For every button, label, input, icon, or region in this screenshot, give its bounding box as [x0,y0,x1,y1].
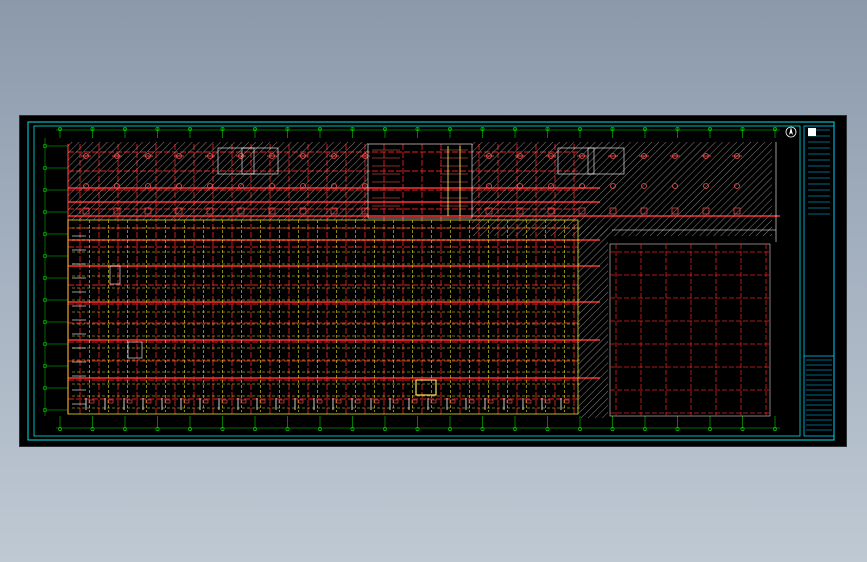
axis-labels-bottom [56,416,780,431]
hatched-building-zone [68,142,772,418]
selected-region[interactable] [415,379,437,396]
title-block [803,125,835,437]
axis-labels-top [56,127,780,138]
north-arrow-icon [785,126,797,138]
axis-labels-left [42,138,68,416]
beam-grid [67,219,580,415]
drawing-canvas[interactable] [20,116,846,446]
cad-viewport[interactable] [20,116,846,446]
